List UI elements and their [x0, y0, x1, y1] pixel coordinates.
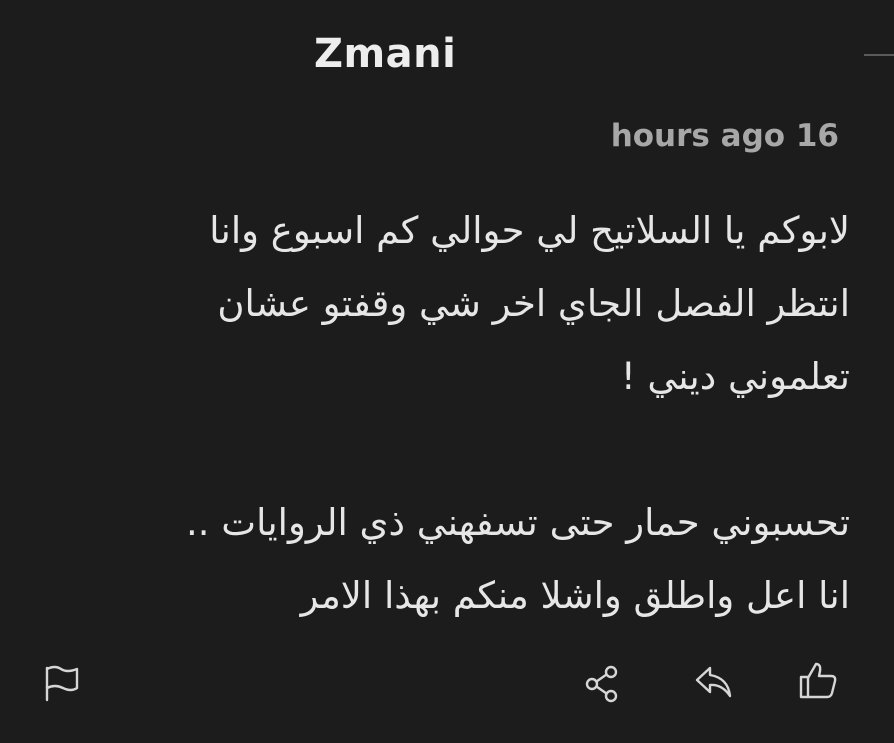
comment-timestamp: hours ago 16 — [610, 118, 839, 154]
comment-line: لابوكم يا السلاتيح لي حوالي كم اسبوع وان… — [209, 209, 850, 252]
thumbs-up-icon — [799, 662, 837, 699]
comment-actions-bar — [0, 656, 894, 712]
share-button[interactable] — [578, 660, 626, 708]
comment-line: انتظر الفصل الجاي اخر شي وقفتو عشان — [217, 282, 850, 325]
flag-button[interactable] — [37, 658, 85, 706]
reply-button[interactable] — [690, 658, 738, 706]
collapse-line — [864, 54, 894, 56]
share-icon — [585, 665, 618, 703]
reply-icon — [695, 666, 732, 698]
comment-username[interactable]: Zmani — [314, 28, 456, 80]
flag-icon — [45, 665, 79, 702]
comment-line: انا اعل واطلق واشلا منكم بهذا الامر — [300, 574, 850, 617]
comment-line: تحسبوني حمار حتى تسفهني ذي الروايات .. — [185, 501, 850, 544]
comment-line: تعلموني ديني ! — [620, 355, 850, 398]
comment-body: لابوكم يا السلاتيح لي حوالي كم اسبوع وان… — [36, 194, 850, 632]
comment-card: Zmani hours ago 16 لابوكم يا السلاتيح لي… — [0, 0, 894, 743]
like-button[interactable] — [794, 656, 842, 704]
